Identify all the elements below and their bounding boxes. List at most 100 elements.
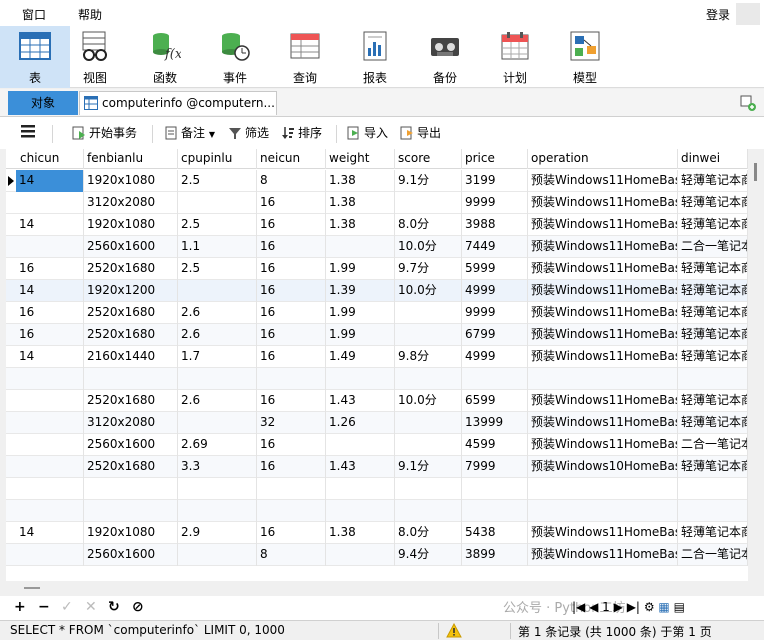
table-cell-cpupinlu[interactable] bbox=[178, 500, 257, 522]
column-header-operation[interactable]: operation bbox=[528, 149, 678, 169]
table-cell-operation[interactable]: 预装Windows11HomeBas bbox=[528, 412, 678, 434]
table-cell-fenbianlu[interactable]: 1920x1080 bbox=[84, 522, 178, 544]
table-cell-neicun[interactable]: 16 bbox=[257, 390, 326, 412]
tab-objects[interactable]: 对象 bbox=[8, 91, 78, 115]
table-row[interactable]: 16 2520x1680 2.6 16 1.99 6799 预装Windows11HomeB… bbox=[6, 324, 748, 346]
table-cell-score[interactable]: 8.0分 bbox=[395, 522, 462, 544]
table-cell-price[interactable]: 6799 bbox=[462, 324, 528, 346]
table-row[interactable] bbox=[6, 368, 748, 390]
table-cell-price[interactable]: 4999 bbox=[462, 280, 528, 302]
table-cell-operation[interactable]: 预装Windows11HomeBas bbox=[528, 258, 678, 280]
table-cell-operation[interactable]: 预装Windows11HomeBas bbox=[528, 302, 678, 324]
table-cell-neicun[interactable]: 16 bbox=[257, 522, 326, 544]
table-cell-neicun[interactable]: 8 bbox=[257, 170, 326, 192]
prev-page-icon[interactable]: ◀ bbox=[589, 600, 598, 614]
table-cell-score[interactable]: 10.0分 bbox=[395, 280, 462, 302]
table-cell-cpupinlu[interactable]: 2.5 bbox=[178, 258, 257, 280]
table-cell-score[interactable]: 10.0分 bbox=[395, 236, 462, 258]
column-header-fenbianlu[interactable]: fenbianlu bbox=[84, 149, 178, 169]
table-cell-price[interactable]: 3988 bbox=[462, 214, 528, 236]
table-cell-operation[interactable]: 预装Windows11HomeBas bbox=[528, 170, 678, 192]
table-cell-score[interactable] bbox=[395, 478, 462, 500]
ribbon-query-button[interactable]: 查询 bbox=[270, 26, 340, 88]
table-row[interactable]: 14 1920x1080 2.9 16 1.38 8.0分 5438 预装Windows11H… bbox=[6, 522, 748, 544]
table-cell-chicun[interactable]: 14 bbox=[16, 280, 84, 302]
table-row[interactable] bbox=[6, 478, 748, 500]
table-cell-cpupinlu[interactable]: 1.1 bbox=[178, 236, 257, 258]
table-row[interactable]: 14 1920x1080 2.5 16 1.38 8.0分 3988 预装Windows11H… bbox=[6, 214, 748, 236]
table-cell-dinwei[interactable]: 轻薄笔记本商 bbox=[678, 390, 748, 412]
new-tab-icon[interactable] bbox=[740, 95, 756, 111]
table-cell-fenbianlu[interactable]: 3120x2080 bbox=[84, 192, 178, 214]
table-cell-chicun[interactable] bbox=[16, 192, 84, 214]
ribbon-report-button[interactable]: 报表 bbox=[340, 26, 410, 88]
table-cell-price[interactable]: 3899 bbox=[462, 544, 528, 566]
table-cell-price[interactable]: 9999 bbox=[462, 302, 528, 324]
table-cell-weight[interactable]: 1.99 bbox=[326, 302, 395, 324]
table-cell-operation[interactable]: 预装Windows11HomeBas bbox=[528, 434, 678, 456]
table-cell-dinwei[interactable]: 轻薄笔记本商 bbox=[678, 258, 748, 280]
table-cell-neicun[interactable]: 16 bbox=[257, 346, 326, 368]
column-header-neicun[interactable]: neicun bbox=[257, 149, 326, 169]
table-cell-dinwei[interactable]: 轻薄笔记本商 bbox=[678, 214, 748, 236]
menu-window[interactable]: 窗口 bbox=[22, 6, 46, 23]
menu-help[interactable]: 帮助 bbox=[78, 6, 102, 23]
table-cell-fenbianlu[interactable]: 2560x1600 bbox=[84, 544, 178, 566]
import-button[interactable]: 导入 bbox=[347, 124, 388, 141]
table-cell-weight[interactable]: 1.38 bbox=[326, 214, 395, 236]
table-cell-weight[interactable]: 1.43 bbox=[326, 390, 395, 412]
table-cell-dinwei[interactable]: 轻薄笔记本商 bbox=[678, 280, 748, 302]
table-cell-price[interactable]: 7449 bbox=[462, 236, 528, 258]
table-cell-fenbianlu[interactable]: 2520x1680 bbox=[84, 302, 178, 324]
table-row[interactable]: 3120x2080 32 1.26 13999 预装Windows11HomeBas 轻薄… bbox=[6, 412, 748, 434]
table-cell-cpupinlu[interactable]: 1.7 bbox=[178, 346, 257, 368]
table-cell-dinwei[interactable] bbox=[678, 478, 748, 500]
table-cell-fenbianlu[interactable]: 2520x1680 bbox=[84, 324, 178, 346]
discard-x-icon[interactable]: ✕ bbox=[85, 599, 97, 615]
column-header-cpupinlu[interactable]: cpupinlu bbox=[178, 149, 257, 169]
table-row[interactable]: 16 2520x1680 2.6 16 1.99 9999 预装Windows11HomeB… bbox=[6, 302, 748, 324]
table-cell-score[interactable]: 9.7分 bbox=[395, 258, 462, 280]
table-cell-score[interactable] bbox=[395, 500, 462, 522]
ribbon-event-button[interactable]: 事件 bbox=[200, 26, 270, 88]
table-row[interactable] bbox=[6, 500, 748, 522]
table-cell-fenbianlu[interactable]: 2520x1680 bbox=[84, 456, 178, 478]
table-cell-chicun[interactable] bbox=[16, 412, 84, 434]
table-cell-dinwei[interactable]: 轻薄笔记本商 bbox=[678, 412, 748, 434]
table-cell-cpupinlu[interactable] bbox=[178, 280, 257, 302]
table-cell-cpupinlu[interactable]: 3.3 bbox=[178, 456, 257, 478]
table-cell-dinwei[interactable]: 轻薄笔记本商 bbox=[678, 456, 748, 478]
table-cell-price[interactable] bbox=[462, 368, 528, 390]
table-cell-score[interactable] bbox=[395, 412, 462, 434]
table-cell-operation[interactable]: 预装Windows11HomeBas bbox=[528, 236, 678, 258]
table-cell-cpupinlu[interactable]: 2.6 bbox=[178, 390, 257, 412]
table-cell-dinwei[interactable]: 二合一笔记本 bbox=[678, 544, 748, 566]
table-cell-price[interactable]: 4599 bbox=[462, 434, 528, 456]
ribbon-backup-button[interactable]: 备份 bbox=[410, 26, 480, 88]
table-cell-weight[interactable]: 1.26 bbox=[326, 412, 395, 434]
table-cell-cpupinlu[interactable]: 2.6 bbox=[178, 324, 257, 346]
table-cell-score[interactable] bbox=[395, 302, 462, 324]
last-page-icon[interactable]: ▶| bbox=[627, 600, 640, 614]
table-cell-neicun[interactable]: 32 bbox=[257, 412, 326, 434]
table-row[interactable]: 2520x1680 2.6 16 1.43 10.0分 6599 预装Windows11Ho… bbox=[6, 390, 748, 412]
filter-button[interactable]: 筛选 bbox=[228, 124, 269, 141]
table-cell-weight[interactable] bbox=[326, 434, 395, 456]
table-cell-chicun[interactable]: 14 bbox=[16, 214, 84, 236]
table-cell-score[interactable]: 9.8分 bbox=[395, 346, 462, 368]
column-header-dinwei[interactable]: dinwei bbox=[678, 149, 748, 169]
table-cell-score[interactable] bbox=[395, 192, 462, 214]
table-cell-weight[interactable]: 1.38 bbox=[326, 170, 395, 192]
ribbon-model-button[interactable]: 模型 bbox=[550, 26, 620, 88]
table-cell-neicun[interactable]: 16 bbox=[257, 280, 326, 302]
table-cell-weight[interactable]: 1.49 bbox=[326, 346, 395, 368]
settings-icon[interactable]: ⚙ bbox=[644, 600, 655, 614]
table-cell-operation[interactable]: 预装Windows11HomeBas bbox=[528, 522, 678, 544]
table-cell-price[interactable]: 5999 bbox=[462, 258, 528, 280]
table-cell-dinwei[interactable]: 轻薄笔记本商 bbox=[678, 302, 748, 324]
sort-button[interactable]: 排序 bbox=[281, 124, 322, 141]
column-header-price[interactable]: price bbox=[462, 149, 528, 169]
table-cell-dinwei[interactable]: 轻薄笔记本商 bbox=[678, 192, 748, 214]
next-page-icon[interactable]: ▶ bbox=[614, 600, 623, 614]
table-cell-weight[interactable]: 1.99 bbox=[326, 324, 395, 346]
